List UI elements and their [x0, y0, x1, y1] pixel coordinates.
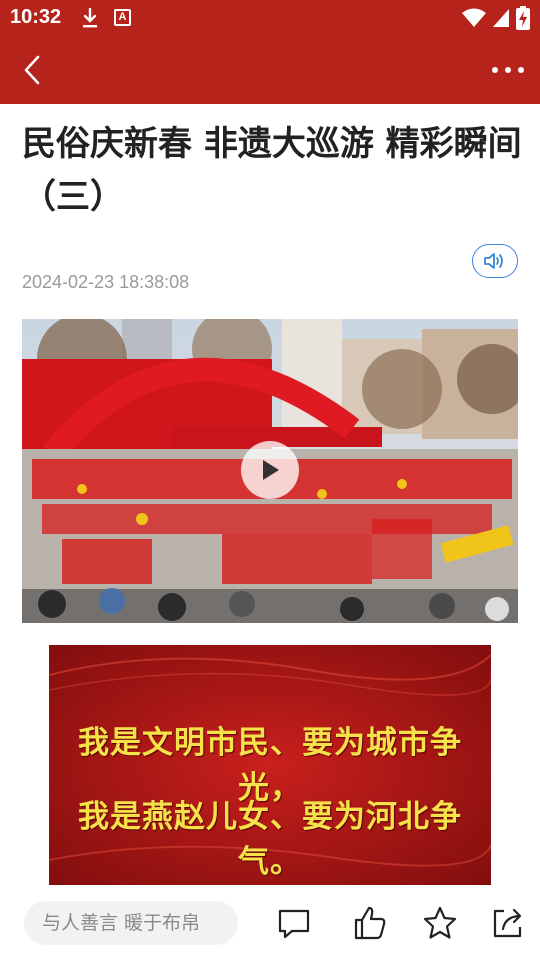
like-icon[interactable] [352, 905, 388, 941]
star-icon[interactable] [422, 905, 458, 941]
a-badge-icon: A [114, 9, 131, 26]
battery-charging-icon [516, 6, 530, 30]
download-icon [83, 7, 97, 28]
app-bar [0, 36, 540, 104]
civility-banner: 我是文明市民、要为城市争光， 我是燕赵儿女、要为河北争气。 [49, 645, 491, 885]
banner-line-2: 我是燕赵儿女、要为河北争气。 [78, 799, 462, 880]
article-date: 2024-02-23 18:38:08 [22, 272, 190, 292]
back-button[interactable] [14, 50, 50, 90]
status-time: 10:32 [10, 6, 62, 28]
video-player[interactable] [22, 319, 518, 623]
share-icon[interactable] [490, 905, 526, 941]
article-title: 民俗庆新春 非遗大巡游 精彩瞬间（三） [22, 124, 522, 217]
comment-icon[interactable] [276, 905, 312, 941]
speaker-icon [484, 253, 503, 269]
wifi-icon [462, 8, 486, 27]
status-bar: 10:32 A [0, 0, 540, 36]
audio-read-button[interactable] [472, 244, 518, 278]
comment-input[interactable]: 与人善言 暖于布帛 [24, 901, 238, 945]
signal-icon [493, 9, 509, 27]
more-options-button[interactable] [486, 58, 530, 82]
play-icon [263, 460, 279, 480]
back-arrow-icon [24, 55, 40, 85]
bottom-action-bar: 与人善言 暖于布帛 [0, 885, 540, 960]
play-button[interactable] [241, 441, 299, 499]
more-dots-icon [492, 67, 524, 73]
